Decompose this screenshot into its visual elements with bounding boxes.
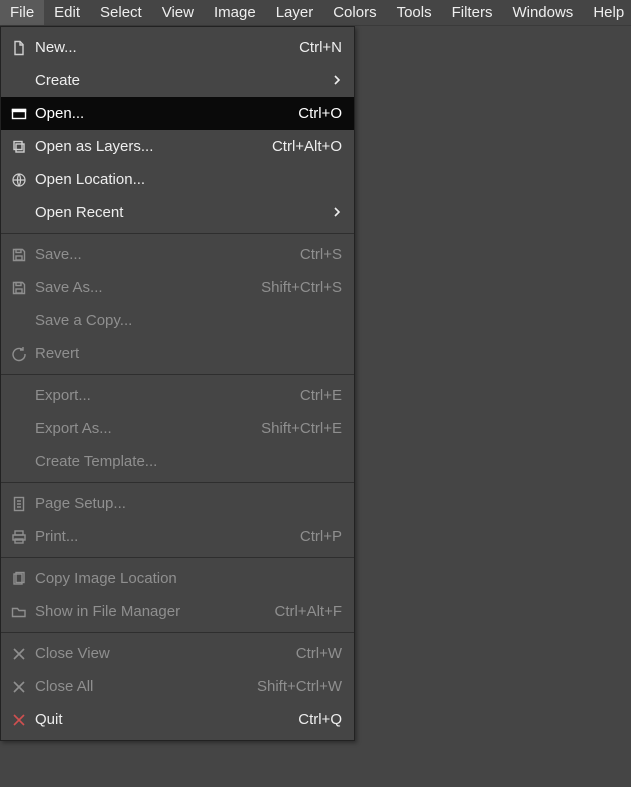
menu-edit[interactable]: Edit bbox=[44, 0, 90, 25]
menu-item-label: Quit bbox=[35, 711, 298, 728]
menu-windows[interactable]: Windows bbox=[502, 0, 583, 25]
closeall-icon bbox=[9, 677, 29, 697]
menu-item-shortcut: Ctrl+W bbox=[296, 645, 342, 662]
menu-bar: File Edit Select View Image Layer Colors Tools F… bbox=[0, 0, 631, 26]
menu-separator bbox=[1, 233, 354, 234]
menu-item-revert: Revert bbox=[1, 337, 354, 370]
menu-separator bbox=[1, 482, 354, 483]
menu-item-label: Create bbox=[35, 72, 326, 89]
menu-item-shortcut: Ctrl+E bbox=[300, 387, 342, 404]
menu-item-label: Open as Layers... bbox=[35, 138, 272, 155]
menu-item-export-as: Export As...Shift+Ctrl+E bbox=[1, 412, 354, 445]
menu-item-label: Close All bbox=[35, 678, 257, 695]
menu-item-shortcut: Ctrl+Alt+O bbox=[272, 138, 342, 155]
close-icon bbox=[9, 644, 29, 664]
menu-item-shortcut: Ctrl+P bbox=[300, 528, 342, 545]
menu-item-quit[interactable]: QuitCtrl+Q bbox=[1, 703, 354, 736]
chevron-right-icon bbox=[326, 204, 342, 221]
revert-icon bbox=[9, 344, 29, 364]
menu-item-shortcut: Ctrl+Alt+F bbox=[274, 603, 342, 620]
menu-separator bbox=[1, 374, 354, 375]
menu-item-label: Open... bbox=[35, 105, 298, 122]
menu-separator bbox=[1, 632, 354, 633]
menu-label: Windows bbox=[512, 4, 573, 21]
menu-item-show-in-file-manager: Show in File ManagerCtrl+Alt+F bbox=[1, 595, 354, 628]
menu-item-page-setup: Page Setup... bbox=[1, 487, 354, 520]
menu-item-export: Export...Ctrl+E bbox=[1, 379, 354, 412]
menu-label: Image bbox=[214, 4, 256, 21]
save-icon bbox=[9, 245, 29, 265]
menu-item-shortcut: Ctrl+O bbox=[298, 105, 342, 122]
menu-layer[interactable]: Layer bbox=[266, 0, 324, 25]
open-icon bbox=[9, 104, 29, 124]
menu-item-label: Close View bbox=[35, 645, 296, 662]
new-icon bbox=[9, 38, 29, 58]
menu-item-open[interactable]: Open...Ctrl+O bbox=[1, 97, 354, 130]
menu-item-label: Revert bbox=[35, 345, 342, 362]
menu-item-label: Show in File Manager bbox=[35, 603, 274, 620]
menu-item-close-all: Close AllShift+Ctrl+W bbox=[1, 670, 354, 703]
globe-icon bbox=[9, 170, 29, 190]
menu-separator bbox=[1, 557, 354, 558]
menu-item-label: Open Location... bbox=[35, 171, 342, 188]
menu-file[interactable]: File bbox=[0, 0, 44, 25]
menu-item-shortcut: Ctrl+Q bbox=[298, 711, 342, 728]
menu-item-label: Save As... bbox=[35, 279, 261, 296]
menu-label: File bbox=[10, 4, 34, 21]
menu-item-copy-image-location: Copy Image Location bbox=[1, 562, 354, 595]
menu-item-shortcut: Shift+Ctrl+S bbox=[261, 279, 342, 296]
copyloc-icon bbox=[9, 569, 29, 589]
menu-item-label: New... bbox=[35, 39, 299, 56]
saveas-icon bbox=[9, 278, 29, 298]
menu-item-shortcut: Ctrl+N bbox=[299, 39, 342, 56]
pagesetup-icon bbox=[9, 494, 29, 514]
menu-select[interactable]: Select bbox=[90, 0, 152, 25]
menu-item-save-a-copy: Save a Copy... bbox=[1, 304, 354, 337]
print-icon bbox=[9, 527, 29, 547]
menu-item-label: Save... bbox=[35, 246, 300, 263]
menu-item-open-as-layers[interactable]: Open as Layers...Ctrl+Alt+O bbox=[1, 130, 354, 163]
menu-item-print: Print...Ctrl+P bbox=[1, 520, 354, 553]
folder-icon bbox=[9, 602, 29, 622]
menu-label: View bbox=[162, 4, 194, 21]
menu-item-save-as: Save As...Shift+Ctrl+S bbox=[1, 271, 354, 304]
menu-item-label: Export... bbox=[35, 387, 300, 404]
menu-tools[interactable]: Tools bbox=[387, 0, 442, 25]
menu-item-label: Page Setup... bbox=[35, 495, 342, 512]
menu-item-shortcut: Ctrl+S bbox=[300, 246, 342, 263]
menu-colors[interactable]: Colors bbox=[323, 0, 386, 25]
menu-item-close-view: Close ViewCtrl+W bbox=[1, 637, 354, 670]
menu-label: Edit bbox=[54, 4, 80, 21]
menu-item-shortcut: Shift+Ctrl+W bbox=[257, 678, 342, 695]
menu-label: Filters bbox=[452, 4, 493, 21]
menu-help[interactable]: Help bbox=[583, 0, 631, 25]
menu-item-create-template: Create Template... bbox=[1, 445, 354, 478]
menu-item-label: Create Template... bbox=[35, 453, 342, 470]
menu-item-label: Save a Copy... bbox=[35, 312, 342, 329]
menu-item-label: Print... bbox=[35, 528, 300, 545]
menu-item-label: Export As... bbox=[35, 420, 261, 437]
menu-item-open-location[interactable]: Open Location... bbox=[1, 163, 354, 196]
menu-view[interactable]: View bbox=[152, 0, 204, 25]
chevron-right-icon bbox=[326, 72, 342, 89]
menu-item-save: Save...Ctrl+S bbox=[1, 238, 354, 271]
menu-filters[interactable]: Filters bbox=[442, 0, 503, 25]
menu-item-create[interactable]: Create bbox=[1, 64, 354, 97]
menu-item-label: Copy Image Location bbox=[35, 570, 342, 587]
menu-image[interactable]: Image bbox=[204, 0, 266, 25]
menu-label: Help bbox=[593, 4, 624, 21]
menu-item-shortcut: Shift+Ctrl+E bbox=[261, 420, 342, 437]
quit-icon bbox=[9, 710, 29, 730]
menu-item-label: Open Recent bbox=[35, 204, 326, 221]
layers-icon bbox=[9, 137, 29, 157]
menu-item-new[interactable]: New...Ctrl+N bbox=[1, 31, 354, 64]
menu-label: Layer bbox=[276, 4, 314, 21]
menu-label: Colors bbox=[333, 4, 376, 21]
menu-label: Tools bbox=[397, 4, 432, 21]
menu-item-open-recent[interactable]: Open Recent bbox=[1, 196, 354, 229]
menu-label: Select bbox=[100, 4, 142, 21]
file-menu-dropdown: New...Ctrl+NCreateOpen...Ctrl+OOpen as L… bbox=[0, 26, 355, 741]
